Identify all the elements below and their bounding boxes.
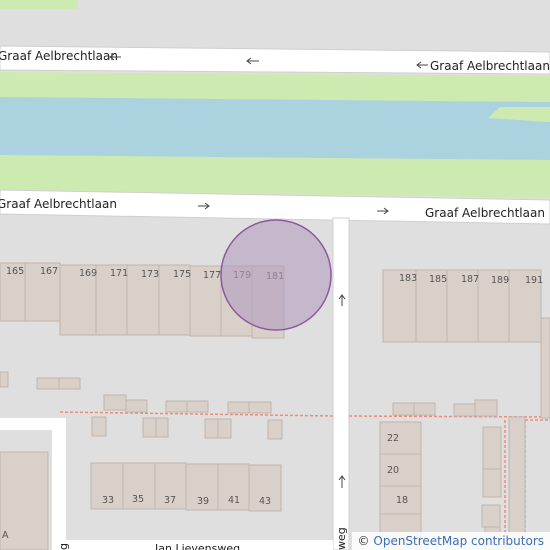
house-number-20: 20 (387, 465, 399, 476)
house-number-187: 187 (461, 274, 479, 285)
house-number-39: 39 (197, 496, 209, 507)
grass-strip-upper (0, 72, 550, 102)
street-label-side-a: weg (335, 527, 348, 550)
location-marker-circle[interactable] (220, 219, 332, 331)
house-number-175: 175 (173, 269, 191, 280)
street-label-bottom: Jan Lievensweg (154, 542, 240, 550)
house-number-169: 169 (79, 268, 97, 279)
house-number-37: 37 (164, 495, 176, 506)
house-number-167: 167 (40, 266, 58, 277)
house-number-43: 43 (259, 496, 271, 507)
copyright-symbol: © (357, 534, 370, 548)
house-number-183: 183 (399, 273, 417, 284)
street-label-middle-left: Graaf Aelbrechtlaan (0, 197, 117, 211)
house-number-35: 35 (132, 494, 144, 505)
house-number-a: A (2, 530, 9, 541)
house-number-185: 185 (429, 274, 447, 285)
house-number-171: 171 (110, 268, 128, 279)
grass-patch (0, 0, 78, 9)
house-number-33: 33 (102, 495, 114, 506)
house-number-165: 165 (6, 266, 24, 277)
street-label-top-right: Graaf Aelbrechtlaan (430, 59, 550, 73)
house-number-18: 18 (396, 495, 408, 506)
road-vertical[interactable] (332, 217, 350, 550)
osm-contributors-link[interactable]: OpenStreetMap contributors (373, 534, 544, 548)
house-number-173: 173 (141, 269, 159, 280)
street-label-top-left: Graaf Aelbrechtlaan (0, 49, 118, 63)
street-label-side-b: g (57, 543, 70, 550)
map-canvas[interactable]: 165 167 169 171 173 175 177 179 181 183 … (0, 0, 550, 550)
road-lower-left[interactable] (52, 418, 66, 550)
road-lower-left-bend[interactable] (0, 418, 66, 430)
house-number-22: 22 (387, 433, 399, 444)
map-attribution: © OpenStreetMap contributors (351, 532, 550, 550)
house-number-41: 41 (228, 495, 240, 506)
house-number-177: 177 (203, 270, 221, 281)
building-row-lower (90, 462, 282, 512)
house-number-191: 191 (525, 275, 543, 286)
street-label-middle-right: Graaf Aelbrechtlaan (425, 206, 545, 220)
house-number-189: 189 (491, 275, 509, 286)
canal-water (0, 97, 550, 160)
